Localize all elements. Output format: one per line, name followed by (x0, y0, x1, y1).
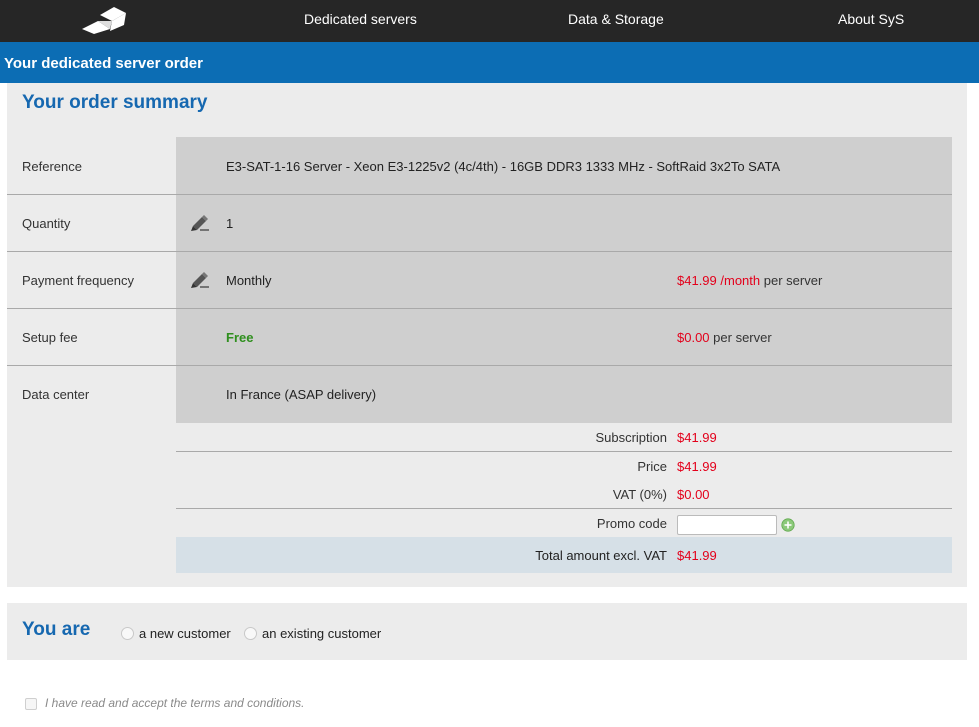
quantity-value: 1 (226, 216, 234, 231)
totals-divider (176, 508, 952, 509)
row-divider (7, 251, 952, 252)
monthly-price-amount: $41.99 (677, 273, 717, 288)
new-customer-label[interactable]: a new customer (139, 626, 231, 641)
payment-frequency-value: Monthly (226, 273, 272, 288)
totals-divider (176, 451, 952, 452)
quantity-pencil-edit-icon[interactable] (190, 214, 210, 232)
terms-checkbox[interactable] (25, 698, 37, 710)
quantity-label: Quantity (22, 216, 71, 231)
reference-label: Reference (22, 159, 82, 174)
data-center-label: Data center (22, 387, 90, 402)
new-customer-radio[interactable] (121, 627, 134, 640)
total-value: $41.99 (677, 548, 717, 563)
order-summary-heading: Your order summary (22, 92, 208, 113)
payment-frequency-pencil-edit-icon[interactable] (190, 271, 210, 289)
vat-label: VAT (0%) (612, 487, 667, 502)
logo[interactable] (80, 3, 128, 35)
monthly-price-unit: /month (720, 273, 761, 288)
setup-fee-label: Setup fee (22, 330, 78, 345)
row-divider (7, 194, 952, 195)
promo-code-input[interactable] (677, 515, 777, 535)
nav-link-about[interactable]: About SyS (838, 11, 904, 27)
monthly-price-suffix: per server (763, 273, 823, 288)
payment-frequency-label: Payment frequency (22, 273, 135, 288)
setup-fee-value: Free (226, 330, 254, 345)
customer-type-heading: You are (22, 619, 91, 640)
monthly-price: $41.99 /month per server (677, 273, 822, 288)
setup-fee-price-suffix: per server (713, 330, 772, 345)
setup-fee-price: $0.00 per server (677, 330, 772, 345)
vat-value: $0.00 (677, 487, 710, 502)
page-title-bar: Your dedicated server order (0, 42, 979, 83)
existing-customer-label[interactable]: an existing customer (262, 626, 381, 641)
price-label: Price (637, 459, 667, 474)
promo-code-label: Promo code (596, 516, 667, 531)
terms-label[interactable]: I have read and accept the terms and con… (45, 696, 305, 710)
data-center-value: In France (ASAP delivery) (226, 387, 377, 402)
existing-customer-radio[interactable] (244, 627, 257, 640)
setup-fee-price-amount: $0.00 (677, 330, 710, 345)
total-label: Total amount excl. VAT (535, 548, 667, 563)
order-details-block (176, 137, 952, 423)
page-title: Your dedicated server order (4, 55, 203, 72)
reference-value: E3-SAT-1-16 Server - Xeon E3-1225v2 (4c/… (226, 159, 781, 174)
add-circle-icon[interactable] (781, 518, 795, 532)
row-divider (7, 308, 952, 309)
nav-link-dedicated-servers[interactable]: Dedicated servers (304, 11, 417, 27)
price-value: $41.99 (677, 459, 717, 474)
row-divider (7, 365, 952, 366)
nav-link-data-storage[interactable]: Data & Storage (568, 11, 664, 27)
subscription-label: Subscription (595, 430, 667, 445)
subscription-value: $41.99 (677, 430, 717, 445)
top-navigation: Dedicated servers Data & Storage About S… (0, 0, 979, 42)
